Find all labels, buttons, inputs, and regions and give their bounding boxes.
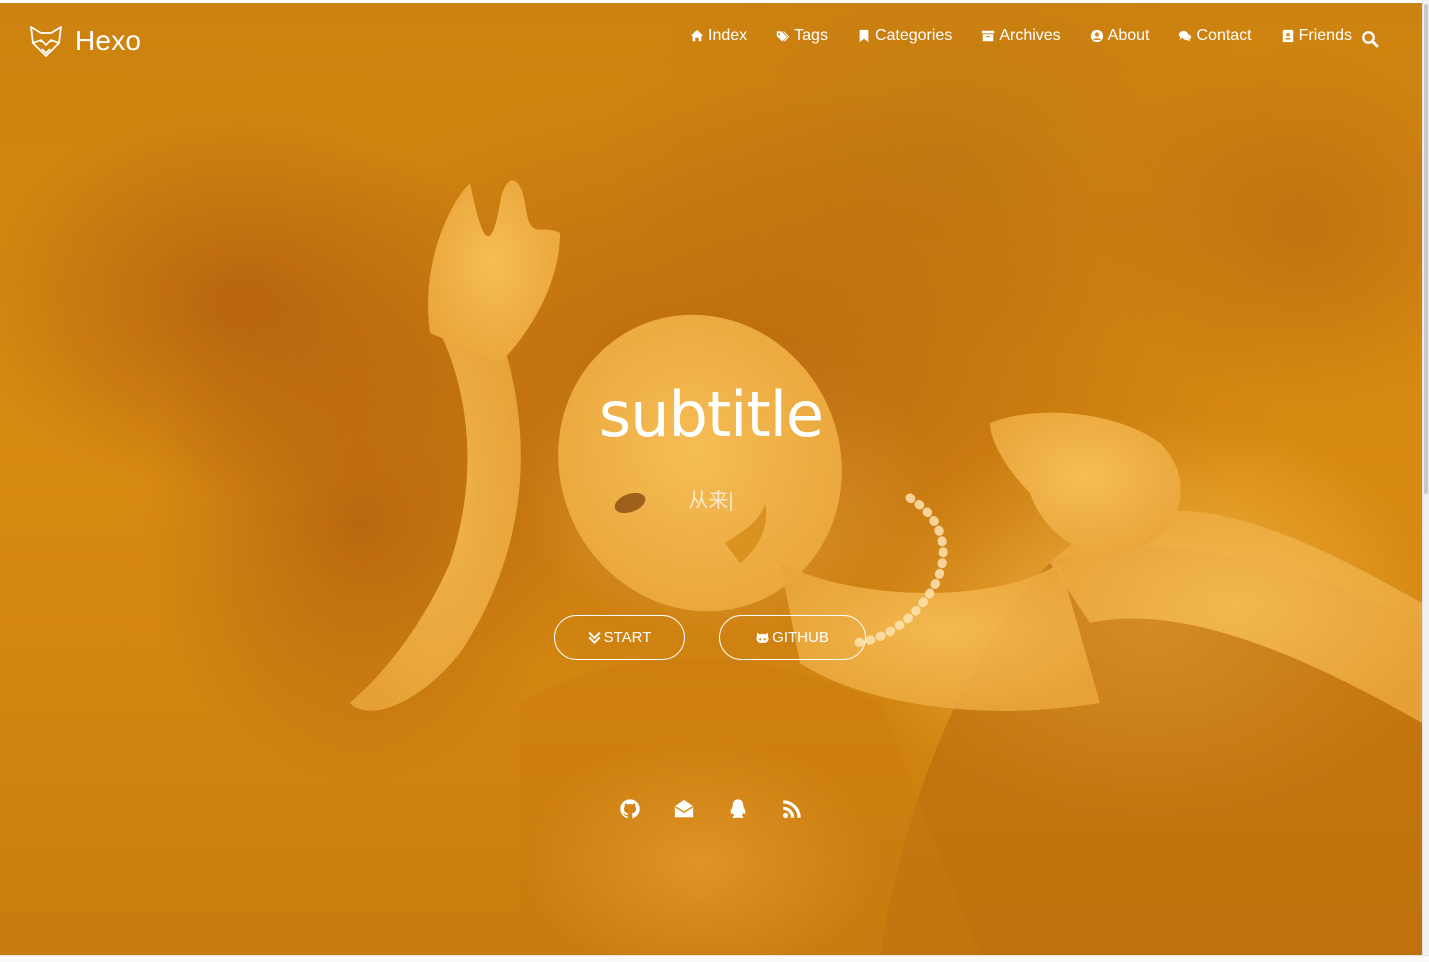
hero-typed-text: 从来|	[0, 484, 1422, 513]
social-mail-link[interactable]	[672, 797, 696, 821]
social-links	[0, 797, 1422, 821]
nav-item-index[interactable]: Index	[690, 27, 747, 45]
angle-double-down-icon	[588, 631, 601, 644]
start-button[interactable]: START	[554, 615, 685, 660]
start-button-label: START	[603, 629, 652, 646]
github-button-label: GITHUB	[772, 629, 829, 646]
comments-icon	[1179, 30, 1192, 42]
user-circle-icon	[1090, 29, 1103, 43]
github-alt-icon	[756, 632, 769, 644]
navbar: Hexo Index Tags Categories Archives Abou…	[0, 3, 1422, 73]
nav-item-friends[interactable]: Friends	[1281, 27, 1352, 45]
nav-item-about[interactable]: About	[1090, 27, 1150, 45]
typed-cursor: |	[728, 490, 734, 512]
nav-menu: Index Tags Categories Archives About Con…	[690, 27, 1381, 45]
bookmark-icon	[859, 29, 869, 43]
scrollbar-thumb[interactable]	[1424, 4, 1428, 494]
search-icon[interactable]	[1361, 30, 1379, 48]
typed-text: 从来	[688, 490, 729, 512]
hero-title: subtitle	[598, 378, 824, 451]
brand-link[interactable]: Hexo	[28, 23, 141, 59]
nav-item-tags[interactable]: Tags	[776, 27, 828, 45]
nav-item-archives[interactable]: Archives	[981, 27, 1061, 45]
vertical-scrollbar[interactable]	[1422, 0, 1429, 955]
tags-icon	[776, 31, 790, 42]
nav-item-contact[interactable]: Contact	[1178, 27, 1252, 45]
github-icon	[620, 799, 640, 819]
address-book-icon	[1282, 29, 1293, 43]
nav-item-label: Categories	[874, 27, 953, 44]
archive-icon	[982, 30, 995, 42]
mail-icon	[674, 799, 694, 818]
social-github-link[interactable]	[618, 797, 642, 821]
rss-icon	[783, 800, 801, 818]
nav-item-label: About	[1107, 27, 1150, 44]
nav-item-label: Archives	[999, 27, 1061, 44]
github-button[interactable]: GITHUB	[719, 615, 866, 660]
social-qq-link[interactable]	[726, 797, 750, 821]
nav-item-label: Index	[708, 27, 748, 44]
nav-item-categories[interactable]: Categories	[857, 27, 952, 45]
social-rss-link[interactable]	[780, 797, 804, 821]
qq-icon	[730, 799, 746, 819]
status-strip	[0, 955, 1429, 962]
fox-logo-icon	[30, 26, 62, 57]
nav-item-label: Contact	[1196, 27, 1252, 44]
nav-item-label: Friends	[1298, 27, 1352, 44]
nav-item-label: Tags	[794, 27, 828, 44]
brand-name: Hexo	[75, 25, 142, 56]
home-icon	[690, 29, 704, 42]
